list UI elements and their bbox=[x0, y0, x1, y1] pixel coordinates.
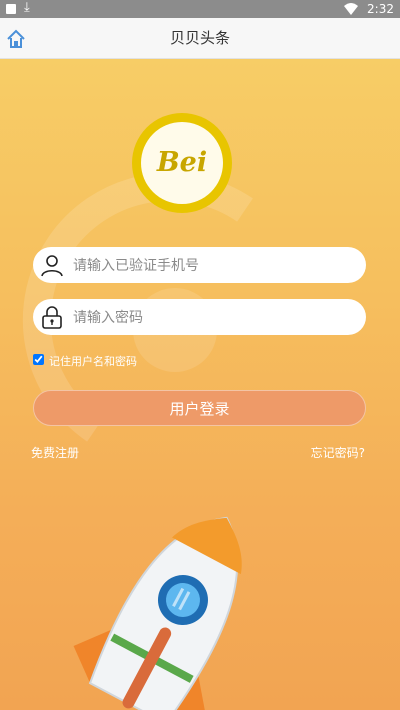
page-title: 贝贝头条 bbox=[169, 29, 230, 47]
download-icon: ⤓ bbox=[24, 0, 30, 15]
remember-checkbox[interactable] bbox=[33, 354, 44, 365]
notification-icon bbox=[6, 4, 16, 14]
forgot-password-link[interactable]: 忘记密码? bbox=[311, 444, 365, 461]
logo-text: Bei bbox=[141, 122, 223, 204]
password-field[interactable] bbox=[33, 299, 366, 337]
user-icon bbox=[41, 255, 63, 277]
app-logo: Bei bbox=[132, 113, 232, 213]
status-bar: ⤓ 2:32 bbox=[0, 0, 400, 18]
password-input[interactable] bbox=[71, 299, 360, 337]
phone-input[interactable] bbox=[71, 247, 360, 285]
login-button[interactable]: 用户登录 bbox=[33, 390, 366, 426]
title-bar: 贝贝头条 bbox=[0, 18, 400, 59]
lock-icon bbox=[42, 306, 62, 329]
remember-label: 记住用户名和密码 bbox=[49, 355, 137, 368]
register-link[interactable]: 免费注册 bbox=[31, 444, 79, 461]
wifi-icon bbox=[344, 3, 358, 15]
phone-field[interactable] bbox=[33, 247, 366, 285]
status-time: 2:32 bbox=[367, 2, 394, 16]
